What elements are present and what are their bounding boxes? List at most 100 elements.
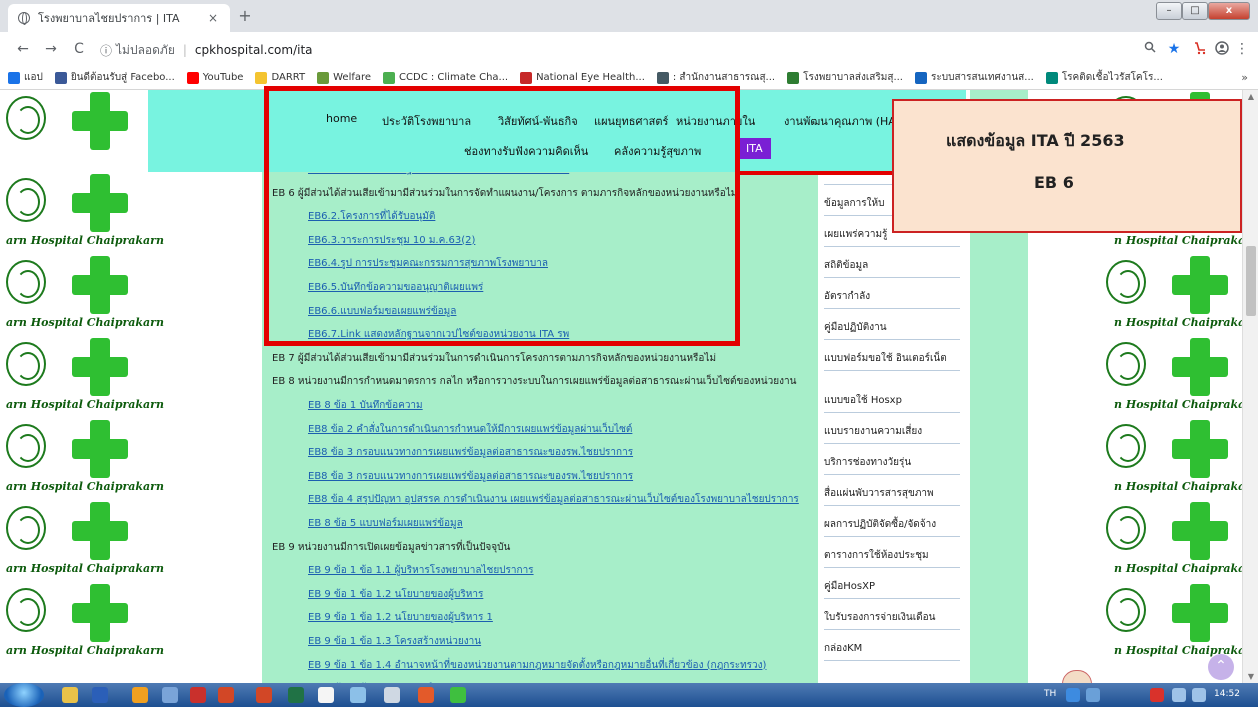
hospital-emblem-icon xyxy=(6,342,46,386)
new-tab-button[interactable]: + xyxy=(236,8,254,26)
tab-close-button[interactable]: × xyxy=(206,11,220,25)
bookmark-item[interactable]: ระบบสารสนเทศงานส... xyxy=(915,70,1034,85)
start-button[interactable] xyxy=(4,683,44,707)
sidebar-menu-item[interactable]: ตารางการใช้ห้องประชุม xyxy=(824,549,960,568)
scroll-down-icon[interactable]: ▼ xyxy=(1243,672,1258,681)
tray-icon-2[interactable] xyxy=(1086,688,1100,702)
document-link[interactable]: EB8 ข้อ 2 คำสั่งในการดำเนินการกำหนดให้มี… xyxy=(308,422,632,437)
app-icon-7[interactable] xyxy=(418,687,434,703)
bookmarks-overflow-button[interactable]: » xyxy=(1241,71,1248,84)
sidebar-menu-item[interactable]: คู่มือปฏิบัติงาน xyxy=(824,321,960,340)
sidebar-menu-item[interactable]: สื่อแผ่นพับวารสารสุขภาพ xyxy=(824,487,960,506)
chrome-icon[interactable] xyxy=(318,687,334,703)
bookmark-favicon-icon xyxy=(787,71,800,84)
sidebar-menu-item[interactable]: อัตรากำลัง xyxy=(824,290,960,309)
network-icon[interactable] xyxy=(1172,688,1186,702)
security-status[interactable]: ไม่ปลอดภัย xyxy=(116,41,175,60)
clock: 14:52 xyxy=(1214,689,1240,699)
app-icon-4[interactable] xyxy=(256,687,272,703)
bookmark-star-icon[interactable]: ★ xyxy=(1164,41,1184,57)
sidebar-menu-item[interactable]: แบบรายงานความเสี่ยง xyxy=(824,425,960,444)
sidebar-menu-item[interactable]: ผลการปฏิบัติจัดซื้อ/จัดจ้าง xyxy=(824,518,960,537)
hospital-name-text: n Hospital Chaiprakarn xyxy=(1114,562,1242,575)
language-indicator[interactable]: TH xyxy=(1044,689,1056,699)
app-icon-5[interactable] xyxy=(350,687,366,703)
document-link[interactable]: EB 9 ข้อ 1 ข้อ 1.2 นโยบายของผู้บริหาร xyxy=(308,587,483,602)
sidebar-menu-item[interactable]: ใบรับรองการจ่ายเงินเดือน xyxy=(824,611,960,630)
hospital-logo: arn Hospital Chaiprakarn xyxy=(0,254,164,334)
bookmark-item[interactable]: โรคติดเชื้อไวรัสโคโร... xyxy=(1045,70,1163,85)
url-text[interactable]: cpkhospital.com/ita xyxy=(195,43,313,57)
bookmark-item[interactable]: แอป xyxy=(8,70,43,85)
sidebar-menu-item[interactable]: แบบฟอร์มขอใช้ อินเตอร์เน็ต xyxy=(824,352,960,371)
word-icon[interactable] xyxy=(92,687,108,703)
app-icon-1[interactable] xyxy=(132,687,148,703)
powerpoint-icon[interactable] xyxy=(218,687,234,703)
app-icon-3[interactable] xyxy=(190,687,206,703)
hospital-emblem-icon xyxy=(1106,260,1146,304)
sidebar-menu-item[interactable]: กล่องKM xyxy=(824,642,960,661)
document-link[interactable]: EB 9 ข้อ 1 ข้อ 1.3 โครงสร้างหน่วยงาน xyxy=(308,634,481,649)
criteria-heading: EB 9 หน่วยงานมีการเปิดเผยข้อมูลข่าวสารที… xyxy=(272,541,511,553)
document-link[interactable]: EB 8 ข้อ 1 บันทึกข้อความ xyxy=(308,398,423,413)
sidebar-menu-item[interactable]: คู่มือHosXP xyxy=(824,580,960,599)
line-icon[interactable] xyxy=(450,687,466,703)
reload-button[interactable]: C xyxy=(70,41,88,57)
back-button[interactable]: ← xyxy=(14,41,32,57)
maximize-button[interactable]: □ xyxy=(1182,2,1208,20)
tray-icon-3[interactable] xyxy=(1150,688,1164,702)
menu-kebab-icon[interactable]: ⋮ xyxy=(1232,41,1252,57)
minimize-button[interactable]: – xyxy=(1156,2,1182,20)
bookmark-item[interactable]: Welfare xyxy=(317,71,371,84)
sidebar-menu-item[interactable]: สถิติข้อมูล xyxy=(824,259,960,278)
bookmark-favicon-icon xyxy=(915,71,927,84)
nav-item[interactable]: งานพัฒนาคุณภาพ (HA) xyxy=(784,112,900,130)
app-icon-6[interactable] xyxy=(384,687,400,703)
profile-icon[interactable] xyxy=(1212,41,1232,59)
hospital-name-text: n Hospital Chaiprakarn xyxy=(1114,398,1242,411)
scroll-up-icon[interactable]: ▲ xyxy=(1243,92,1258,101)
green-cross-icon xyxy=(72,584,128,642)
bookmark-item[interactable]: National Eye Health... xyxy=(520,71,645,84)
info-icon[interactable]: ⓘ xyxy=(100,42,112,59)
bookmark-favicon-icon xyxy=(8,71,20,84)
green-cross-icon xyxy=(1172,338,1228,396)
excel-icon[interactable] xyxy=(288,687,304,703)
explorer-icon[interactable] xyxy=(62,687,78,703)
sidebar-menu-item[interactable]: บริการช่องทางวัยรุ่น xyxy=(824,456,960,475)
page-scrollbar[interactable]: ▲ ▼ xyxy=(1242,90,1258,683)
bookmark-item[interactable]: : สำนักงานสาธารณสุ... xyxy=(656,70,776,85)
hospital-logo: arn Hospital Chaiprakarn xyxy=(0,172,164,252)
document-link[interactable]: EB 9 ข้อ 1 ข้อ 1.4 อำนาจหน้าที่ของหน่วยง… xyxy=(308,658,766,673)
forward-button[interactable]: → xyxy=(42,41,60,57)
callout-connector-line xyxy=(740,171,892,175)
document-link[interactable]: EB8 ข้อ 3 กรอบแนวทางการเผยแพร่ข้อมูลต่อส… xyxy=(308,445,633,460)
volume-icon[interactable] xyxy=(1192,688,1206,702)
document-link[interactable]: EB8 ข้อ 4 สรุปปัญหา อุปสรรค การดำเนินงาน… xyxy=(308,492,799,507)
bookmark-item[interactable]: ยินดีต้อนรับสู่ Facebo... xyxy=(54,70,175,85)
sidebar-menu-item[interactable]: แบบขอใช้ Hosxp xyxy=(824,394,960,413)
document-link[interactable]: EB8 ข้อ 3 กรอบแนวทางการเผยแพร่ข้อมูลต่อส… xyxy=(308,469,633,484)
document-link[interactable]: EB 9 ข้อ 1 ข้อ 1.2 นโยบายของผู้บริหาร 1 xyxy=(308,610,493,625)
hospital-name-text: arn Hospital Chaiprakarn xyxy=(6,234,164,247)
nav-item[interactable]: ITA xyxy=(738,138,771,159)
back-to-top-button[interactable]: ⌃ xyxy=(1208,654,1234,680)
bookmark-item[interactable]: DARRT xyxy=(255,71,305,84)
bookmark-label: : สำนักงานสาธารณสุ... xyxy=(672,72,776,83)
bookmark-item[interactable]: YouTube xyxy=(186,71,243,84)
address-bar[interactable]: ⓘ ไม่ปลอดภัย | cpkhospital.com/ita xyxy=(100,39,313,61)
hospital-logo: n Hospital Chaiprakarn xyxy=(1100,336,1242,416)
document-link[interactable]: EB 9 ข้อ 1 ข้อ 1.1 ผู้บริหารโรงพยาบาลไชย… xyxy=(308,563,534,578)
hospital-logo: n Hospital Chaiprakarn xyxy=(1100,500,1242,580)
app-icon-2[interactable] xyxy=(162,687,178,703)
extension-icon[interactable] xyxy=(1190,41,1210,59)
browser-tab[interactable]: โรงพยาบาลไชยปราการ | ITA × xyxy=(8,4,230,32)
scrollbar-thumb[interactable] xyxy=(1246,246,1256,316)
bookmark-item[interactable]: CCDC : Climate Cha... xyxy=(383,71,508,84)
hospital-emblem-icon xyxy=(6,506,46,550)
document-link[interactable]: EB 8 ข้อ 5 แบบฟอร์มเผยแพร่ข้อมูล xyxy=(308,516,463,531)
zoom-icon[interactable] xyxy=(1140,41,1160,57)
tray-icon-1[interactable] xyxy=(1066,688,1080,702)
window-close-button[interactable]: x xyxy=(1208,2,1250,20)
bookmark-item[interactable]: โรงพยาบาลส่งเสริมสุ... xyxy=(787,70,903,85)
